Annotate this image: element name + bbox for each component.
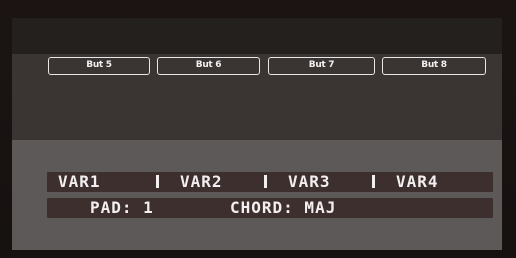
variation-separator [156,175,159,188]
variation-separator [372,175,375,188]
variation-item-2[interactable]: VAR2 [180,172,223,192]
device-photo: But 5 But 6 But 7 But 8 VAR1 VAR2 VAR3 V… [0,0,516,258]
soft-button-5[interactable]: But 5 [48,57,150,75]
variation-item-3[interactable]: VAR3 [288,172,331,192]
soft-button-6[interactable]: But 6 [157,57,260,75]
soft-button-7[interactable]: But 7 [268,57,375,75]
pad-number-label: PAD: 1 [90,198,154,217]
variation-separator [264,175,267,188]
soft-button-8[interactable]: But 8 [382,57,486,75]
variation-item-4[interactable]: VAR4 [396,172,439,192]
chord-type-label: CHORD: MAJ [230,198,337,217]
variation-item-1[interactable]: VAR1 [58,172,101,192]
lcd-lower-region [12,140,502,250]
